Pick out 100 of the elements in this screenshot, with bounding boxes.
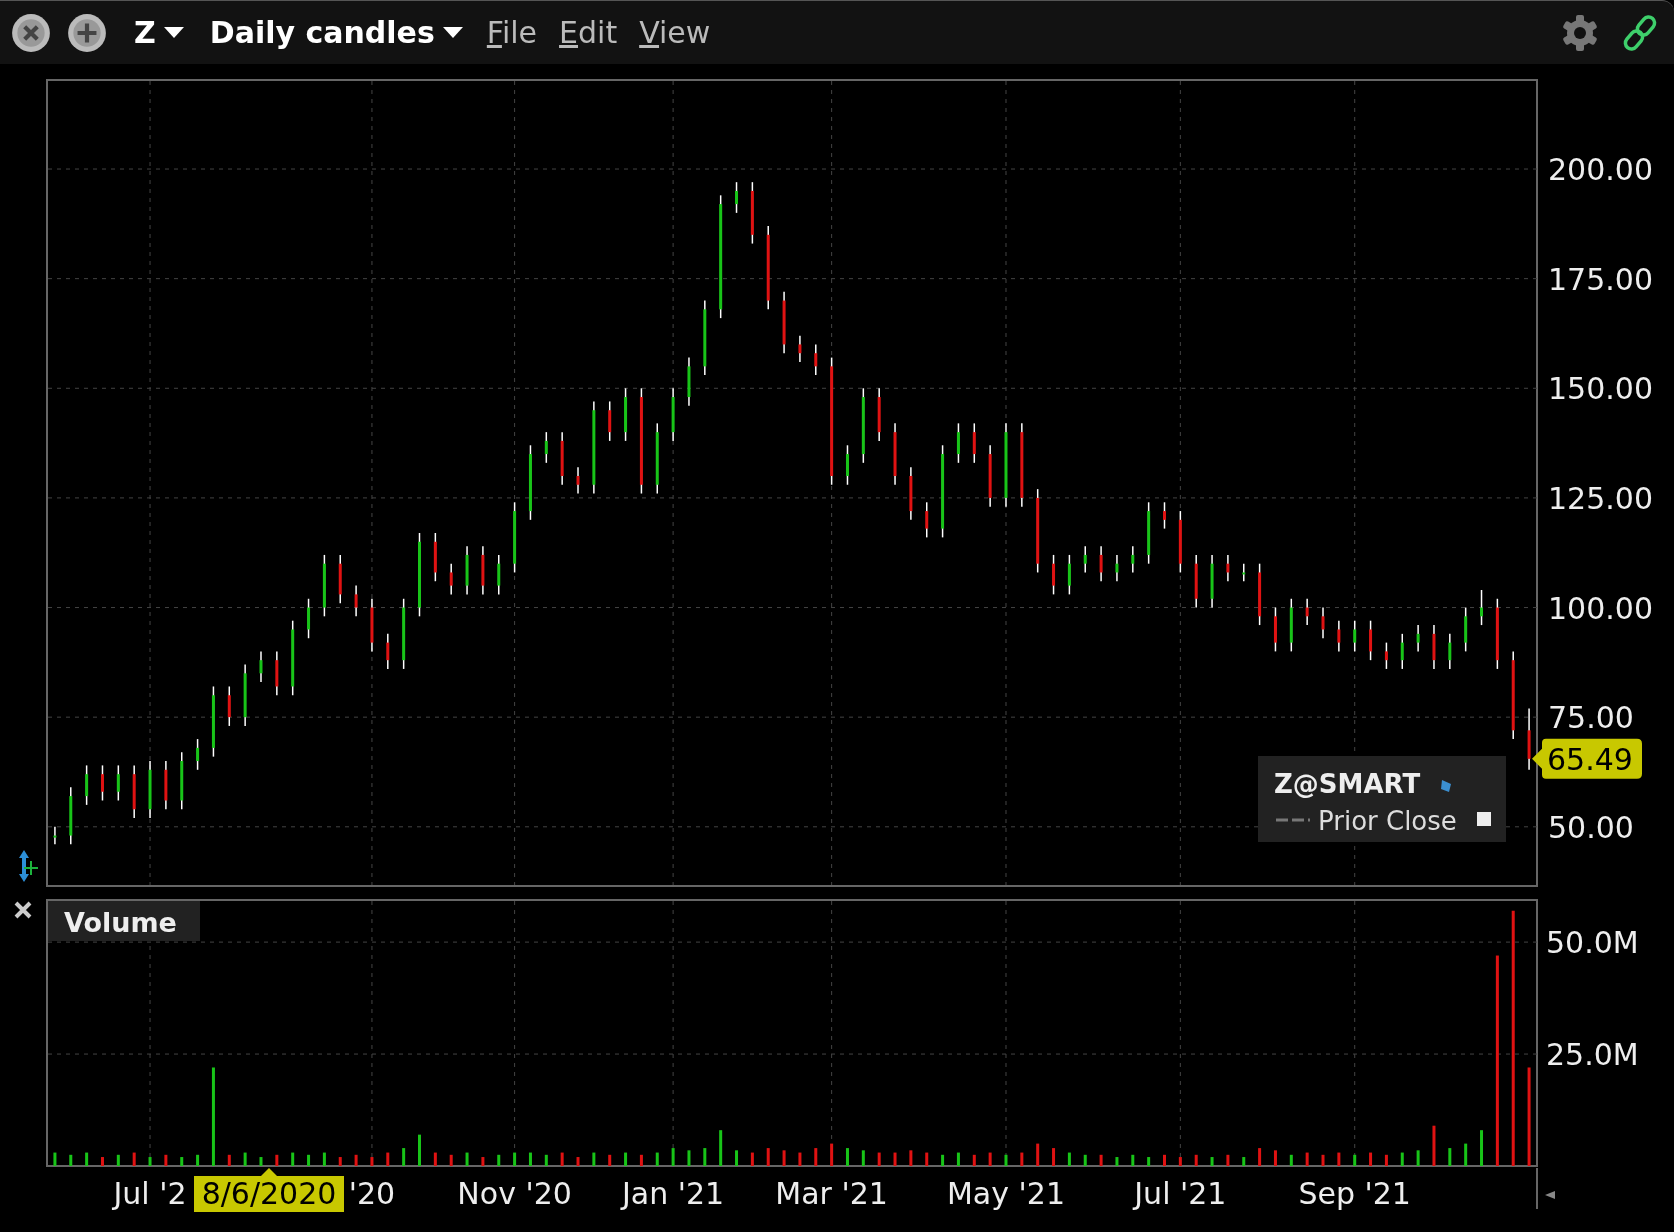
volume-bar bbox=[893, 1152, 897, 1166]
candle bbox=[1067, 554, 1071, 596]
volume-bar bbox=[576, 1157, 580, 1166]
candle bbox=[687, 356, 691, 407]
candle bbox=[1369, 619, 1373, 661]
candle bbox=[1194, 554, 1198, 609]
volume-bar bbox=[386, 1152, 390, 1166]
volume-bar bbox=[1067, 1152, 1071, 1166]
volume-bar bbox=[624, 1152, 628, 1166]
x-axis-label: Jul '21 bbox=[1134, 1176, 1227, 1211]
x-axis-label: Jan '21 bbox=[622, 1176, 725, 1211]
volume-bar bbox=[560, 1152, 564, 1166]
square-icon bbox=[1477, 812, 1491, 826]
candle bbox=[370, 598, 374, 653]
candle bbox=[180, 751, 184, 810]
volume-bar bbox=[465, 1152, 469, 1166]
legend-label: Prior Close bbox=[1318, 806, 1457, 836]
volume-bar bbox=[1273, 1150, 1277, 1166]
volume-bar bbox=[1226, 1154, 1230, 1166]
candle bbox=[1480, 589, 1483, 626]
volume-bar bbox=[544, 1154, 548, 1166]
volume-bar bbox=[227, 1154, 231, 1166]
volume-bar bbox=[988, 1152, 992, 1166]
candle bbox=[1163, 501, 1166, 530]
volume-bar bbox=[1384, 1154, 1388, 1166]
candle bbox=[1258, 562, 1262, 626]
menu-item[interactable]: View bbox=[635, 15, 715, 50]
candle bbox=[101, 764, 104, 802]
candle bbox=[275, 650, 279, 696]
candle bbox=[1052, 554, 1056, 596]
volume-bar bbox=[1353, 1154, 1357, 1166]
volume-bar bbox=[1432, 1125, 1436, 1166]
volume-bar bbox=[798, 1152, 802, 1166]
chart-type-dropdown[interactable]: Daily candles bbox=[203, 15, 469, 50]
close-icon[interactable] bbox=[14, 901, 32, 919]
candle bbox=[1400, 633, 1404, 670]
candle bbox=[624, 387, 628, 442]
volume-bar bbox=[433, 1152, 437, 1166]
candle bbox=[1099, 545, 1103, 582]
dashed-line-icon bbox=[1276, 818, 1310, 822]
candle bbox=[544, 431, 548, 464]
add-icon[interactable] bbox=[66, 11, 108, 54]
candle bbox=[1289, 598, 1293, 653]
volume-bar bbox=[418, 1134, 421, 1166]
y-axis-label: 175.00 bbox=[1548, 261, 1653, 297]
candle bbox=[909, 466, 913, 521]
volume-bar bbox=[1052, 1148, 1056, 1166]
candle bbox=[560, 431, 564, 486]
volume-bar bbox=[196, 1154, 200, 1166]
candle bbox=[1495, 598, 1499, 670]
volume-bar bbox=[655, 1152, 659, 1166]
volume-bar bbox=[719, 1130, 723, 1166]
volume-bar bbox=[497, 1154, 501, 1166]
candle bbox=[608, 400, 612, 442]
y-axis-label: 100.00 bbox=[1548, 590, 1653, 626]
volume-bar bbox=[1083, 1154, 1087, 1166]
candle bbox=[69, 786, 73, 846]
volume-bar bbox=[132, 1152, 136, 1166]
candle bbox=[386, 633, 390, 670]
menu-item[interactable]: Edit bbox=[555, 15, 622, 50]
candle bbox=[116, 764, 120, 802]
candle bbox=[53, 826, 57, 846]
volume-bar bbox=[972, 1154, 976, 1166]
volume-bar bbox=[1163, 1154, 1166, 1166]
candle bbox=[846, 444, 849, 486]
candle bbox=[1226, 554, 1230, 582]
panel-title-tab: Volume bbox=[48, 901, 200, 941]
add-study-icon[interactable] bbox=[19, 850, 39, 882]
candle bbox=[1384, 641, 1388, 670]
volume-bar bbox=[275, 1154, 279, 1166]
crosshair-date-tag: 8/6/2020 bbox=[194, 1168, 344, 1212]
candle bbox=[877, 387, 881, 442]
volume-bar bbox=[846, 1148, 849, 1166]
y-axis-label: 25.0M bbox=[1546, 1037, 1639, 1073]
menu-item[interactable]: File bbox=[482, 15, 542, 50]
close-icon[interactable] bbox=[10, 11, 52, 54]
candle bbox=[956, 422, 960, 464]
volume-bar bbox=[1480, 1130, 1483, 1166]
volume-bar bbox=[1321, 1154, 1325, 1166]
symbol-dropdown[interactable]: Z bbox=[128, 15, 190, 50]
volume-bar bbox=[1099, 1154, 1103, 1166]
volume-bar bbox=[449, 1154, 453, 1166]
volume-bar bbox=[877, 1152, 881, 1166]
last-price-tag: 65.49 bbox=[1532, 738, 1642, 779]
volume-bar bbox=[322, 1152, 326, 1166]
volume-bar bbox=[1036, 1143, 1040, 1166]
candle bbox=[243, 663, 247, 727]
volume-bar bbox=[1258, 1148, 1262, 1166]
scroll-left-icon[interactable] bbox=[1545, 1191, 1555, 1199]
candle bbox=[1147, 501, 1151, 565]
volume-bar bbox=[703, 1148, 707, 1166]
y-axis-label: 75.00 bbox=[1548, 700, 1634, 736]
volume-bar bbox=[164, 1154, 168, 1166]
settings-icon[interactable] bbox=[1560, 12, 1600, 53]
candle bbox=[671, 387, 675, 442]
volume-bar bbox=[528, 1152, 532, 1166]
candle bbox=[433, 532, 437, 582]
y-axis-label: 50.0M bbox=[1546, 925, 1639, 961]
x-axis-label: Nov '20 bbox=[457, 1176, 572, 1211]
volume-bar bbox=[481, 1157, 485, 1166]
